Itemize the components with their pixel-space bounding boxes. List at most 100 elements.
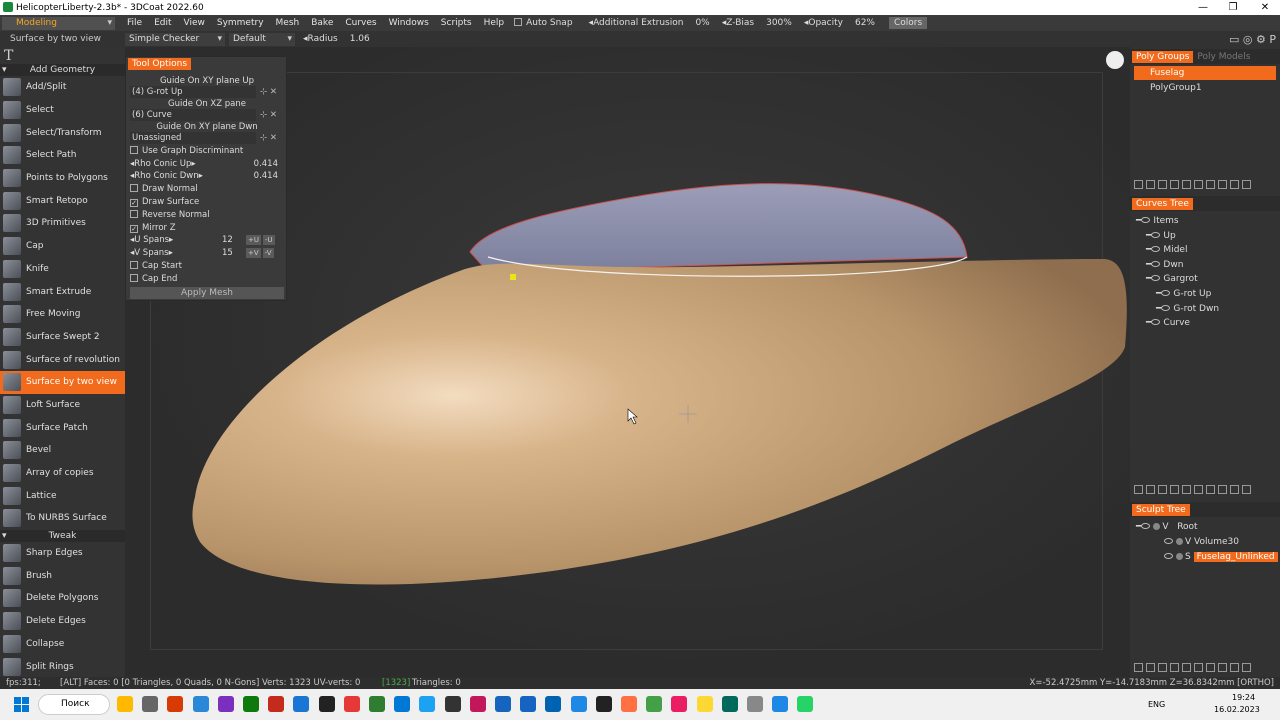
taskbar-app-icon[interactable] (268, 696, 285, 712)
tool-3d-primitives[interactable]: 3D Primitives (0, 212, 125, 235)
sculpt-toolbar[interactable] (1134, 663, 1251, 675)
guide-xz-pick-icon[interactable]: ⊹ ✕ (260, 109, 284, 121)
close-button[interactable]: ✕ (1250, 0, 1280, 15)
eye-icon[interactable] (1151, 260, 1161, 267)
clock-time[interactable]: 19:24 (1232, 693, 1255, 702)
tab-curves-tree[interactable]: Curves Tree (1132, 197, 1193, 210)
zbias-label[interactable]: ◂Z-Bias (718, 18, 758, 28)
taskbar-app-icon[interactable] (696, 696, 713, 712)
checkbox-icon[interactable] (130, 146, 138, 154)
checkbox-icon[interactable] (130, 210, 138, 218)
tool-smart-retopo[interactable]: Smart Retopo (0, 189, 125, 212)
reverse-normal-checkbox[interactable]: Reverse Normal (130, 209, 284, 221)
taskbar-app-icon[interactable] (444, 696, 461, 712)
tool-split-rings[interactable]: Split Rings (0, 655, 125, 677)
plus-v-button[interactable]: +V (246, 248, 261, 258)
additional-extrusion-label[interactable]: ◂Additional Extrusion (585, 18, 688, 28)
additional-extrusion-value[interactable]: 0% (687, 18, 717, 28)
u-spans-value[interactable]: 12 (222, 234, 233, 246)
taskbar-app-icon[interactable] (293, 696, 310, 712)
guide-xy-dwn-pick-icon[interactable]: ⊹ ✕ (260, 132, 284, 144)
auto-snap-checkbox[interactable] (514, 18, 523, 26)
taskbar-app-icon[interactable] (797, 696, 814, 712)
maximize-button[interactable]: ❐ (1218, 0, 1248, 15)
tab-poly-models[interactable]: Poly Models (1193, 51, 1254, 63)
polygroup-fuselag[interactable]: Fuselag (1134, 66, 1276, 80)
tool-collapse[interactable]: Collapse (0, 633, 125, 656)
tool-brush[interactable]: Brush (0, 564, 125, 587)
menu-help[interactable]: Help (478, 18, 511, 28)
guide-xy-up-pick-icon[interactable]: ⊹ ✕ (260, 86, 284, 98)
menu-curves[interactable]: Curves (339, 18, 382, 28)
tool-add-split[interactable]: Add/Split (0, 76, 125, 99)
rho-up-value[interactable]: 0.414 (254, 158, 278, 170)
taskbar-app-icon[interactable] (469, 696, 486, 712)
tweak-section[interactable]: Tweak (0, 529, 125, 542)
clock-date[interactable]: 16.02.2023 (1214, 705, 1260, 714)
curve-item-dwn[interactable]: ━ Dwn (1146, 258, 1183, 272)
menu-file[interactable]: File (121, 18, 148, 28)
curve-item-midel[interactable]: ━ Midel (1146, 243, 1187, 257)
preset-dropdown[interactable]: Default (229, 32, 295, 46)
checkbox-icon[interactable] (130, 274, 138, 282)
eye-icon[interactable] (1151, 319, 1161, 326)
cap-end-checkbox[interactable]: Cap End (130, 273, 284, 285)
taskbar-search[interactable]: Поиск (38, 694, 110, 715)
tool-select-path[interactable]: Select Path (0, 144, 125, 167)
minimize-button[interactable]: — (1188, 0, 1218, 15)
taskbar-app-icon[interactable] (117, 696, 133, 712)
taskbar-app-icon[interactable] (343, 696, 360, 712)
taskbar-app-icon[interactable] (217, 696, 234, 712)
tool-knife[interactable]: Knife (0, 258, 125, 281)
navigation-gizmo-icon[interactable] (1106, 51, 1124, 69)
eye-icon[interactable] (1164, 553, 1173, 559)
eye-icon[interactable] (1161, 304, 1171, 311)
tool-select[interactable]: Select (0, 99, 125, 122)
checkbox-checked-icon[interactable] (130, 199, 138, 207)
curve-item-g-rot-dwn[interactable]: ━ G-rot Dwn (1156, 302, 1219, 316)
mirror-z-checkbox[interactable]: Mirror Z (130, 222, 284, 234)
tool-smart-extrude[interactable]: Smart Extrude (0, 280, 125, 303)
radius-label[interactable]: ◂Radius (299, 34, 342, 44)
taskbar-app-icon[interactable] (142, 696, 159, 712)
eye-icon[interactable] (1141, 217, 1151, 223)
layout-icons[interactable]: ▭ ◎ ⚙ P (1229, 33, 1276, 46)
tool-free-moving[interactable]: Free Moving (0, 303, 125, 326)
tool-array-of-copies[interactable]: Array of copies (0, 462, 125, 485)
radius-value[interactable]: 1.06 (342, 34, 378, 44)
menu-scripts[interactable]: Scripts (435, 18, 478, 28)
polygroup-toolbar[interactable] (1134, 180, 1251, 192)
tool-surface-swept-2[interactable]: Surface Swept 2 (0, 326, 125, 349)
guide-xy-up-dropdown[interactable]: (4) G-rot Up (130, 86, 256, 98)
menu-windows[interactable]: Windows (383, 18, 435, 28)
rho-conic-up[interactable]: ◂Rho Conic Up▸ 0.414 (130, 158, 284, 170)
text-tool-icon[interactable]: T (4, 48, 13, 64)
taskbar-app-icon[interactable] (646, 696, 663, 712)
taskbar-app-icon[interactable] (318, 696, 335, 712)
tool-surface-by-two-view[interactable]: Surface by two view (0, 370, 125, 394)
sculpt-root[interactable]: ━ V Root (1136, 520, 1198, 534)
taskbar-app-icon[interactable] (192, 696, 209, 712)
eye-icon[interactable] (1151, 275, 1161, 282)
taskbar-app-icon[interactable] (419, 696, 436, 712)
sculpt-fuselag-unlinked[interactable]: S Fuselag_Unlinked (1164, 550, 1278, 564)
tool-sharp-edges[interactable]: Sharp Edges (0, 542, 125, 565)
taskbar-app-icon[interactable] (520, 696, 537, 712)
curves-toolbar[interactable] (1134, 485, 1251, 497)
taskbar-app-icon[interactable] (167, 696, 184, 712)
minus-u-button[interactable]: -U (263, 235, 275, 245)
eye-icon[interactable] (1164, 538, 1173, 544)
taskbar-app-icon[interactable] (394, 696, 411, 712)
sculpt-volume30[interactable]: V Volume30 (1164, 535, 1239, 549)
tool-lattice[interactable]: Lattice (0, 484, 125, 507)
taskbar-app-icon[interactable] (671, 696, 688, 712)
tool-loft-surface[interactable]: Loft Surface (0, 394, 125, 417)
taskbar-app-icon[interactable] (721, 696, 738, 712)
colors-button[interactable]: Colors (889, 17, 928, 29)
material-dropdown[interactable]: Simple Checker (125, 32, 225, 46)
v-spans-value[interactable]: 15 (222, 247, 233, 259)
opacity-label[interactable]: ◂Opacity (800, 18, 847, 28)
opacity-value[interactable]: 62% (847, 18, 883, 28)
tool-surface-of-revolution[interactable]: Surface of revolution (0, 348, 125, 371)
curve-item-items[interactable]: ━ Items (1136, 214, 1179, 228)
